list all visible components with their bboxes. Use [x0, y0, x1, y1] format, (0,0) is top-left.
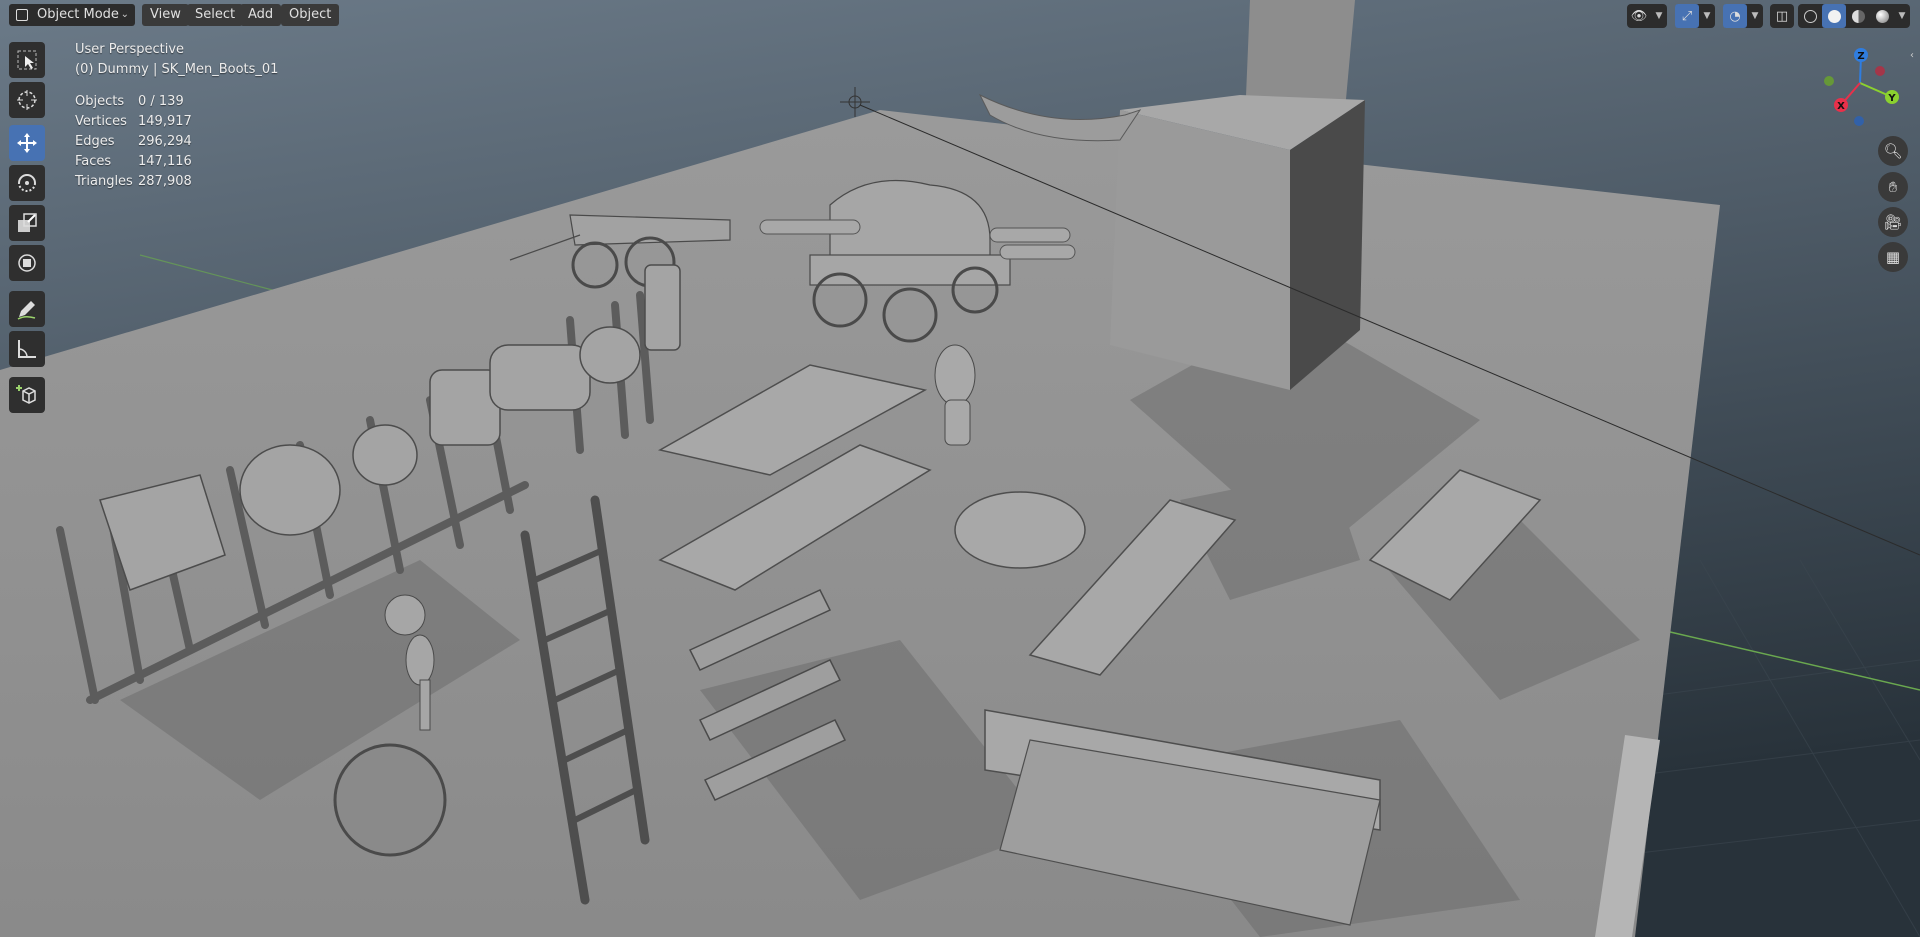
- stat-row: Objects 0 / 139: [75, 92, 278, 112]
- select-box-tool[interactable]: [9, 42, 45, 78]
- 3d-viewport[interactable]: [0, 0, 1920, 937]
- annotate-tool[interactable]: [9, 291, 45, 327]
- neg-x-axis-icon[interactable]: [1875, 66, 1885, 76]
- scale-tool[interactable]: [9, 205, 45, 241]
- stat-value: 147,116: [138, 154, 192, 169]
- menu-view[interactable]: View: [142, 4, 189, 26]
- mode-label: Object Mode: [37, 7, 119, 22]
- stat-row: Edges 296,294: [75, 132, 278, 152]
- xray-group: ◫: [1770, 4, 1794, 28]
- object-mode-icon: [16, 9, 28, 21]
- neg-z-axis-icon[interactable]: [1854, 116, 1864, 126]
- select-box-icon: [17, 50, 37, 70]
- rotate-icon: [18, 174, 36, 192]
- overlay-group: ◔ ▼: [1723, 4, 1763, 28]
- transform-tool[interactable]: [9, 245, 45, 281]
- y-axis-label: Y: [1887, 93, 1896, 104]
- pan-hand-icon: ✋︎: [1888, 178, 1898, 196]
- rendered-shading-icon[interactable]: [1870, 4, 1894, 28]
- visibility-group: 👁 ▼: [1627, 4, 1667, 28]
- camera-icon: 🎥︎: [1883, 213, 1903, 231]
- stat-value: 149,917: [138, 114, 192, 129]
- x-axis-label: X: [1837, 101, 1845, 112]
- z-axis-label: Z: [1857, 51, 1864, 62]
- move-icon: [17, 133, 37, 153]
- transform-icon: [18, 254, 36, 272]
- selectability-visibility-icon[interactable]: 👁: [1627, 4, 1651, 28]
- scale-icon: [18, 213, 37, 232]
- add-cube-icon: [16, 385, 36, 404]
- ortho-toggle-button[interactable]: ▦: [1878, 242, 1908, 272]
- measure-icon: [18, 340, 36, 358]
- stat-row: Vertices 149,917: [75, 112, 278, 132]
- stat-value: 0 / 139: [138, 94, 184, 109]
- stat-label: Faces: [75, 154, 112, 169]
- material-preview-icon[interactable]: [1846, 4, 1870, 28]
- show-overlays-icon[interactable]: ◔: [1723, 4, 1747, 28]
- zoom-button[interactable]: 🔍︎: [1878, 136, 1908, 166]
- stat-label: Triangles: [75, 174, 133, 189]
- mode-dropdown[interactable]: Object Mode ⌄: [9, 4, 135, 26]
- neg-y-axis-icon[interactable]: [1824, 76, 1834, 86]
- add-cube-tool[interactable]: [9, 377, 45, 413]
- shading-group: ▼: [1798, 4, 1910, 28]
- show-gizmo-icon[interactable]: ⤢: [1675, 4, 1699, 28]
- stat-row: Faces 147,116: [75, 152, 278, 172]
- ortho-grid-icon: ▦: [1885, 248, 1901, 266]
- annotate-icon: [17, 301, 36, 320]
- menu-object[interactable]: Object: [281, 4, 340, 26]
- chevron-down-icon[interactable]: ▼: [1894, 4, 1910, 28]
- chevron-down-icon: ⌄: [120, 9, 129, 20]
- viewport-stats-overlay: User Perspective (0) Dummy | SK_Men_Boot…: [75, 40, 278, 192]
- xray-toggle-icon[interactable]: ◫: [1770, 4, 1794, 28]
- stat-value: 287,908: [138, 174, 192, 189]
- wireframe-shading-icon[interactable]: [1798, 4, 1822, 28]
- cursor-tool[interactable]: [9, 82, 45, 118]
- stat-label: Edges: [75, 134, 115, 149]
- solid-shading-icon[interactable]: [1822, 4, 1846, 28]
- stat-label: Objects: [75, 94, 125, 109]
- menu-add[interactable]: Add: [240, 4, 282, 26]
- cursor-icon: [17, 90, 37, 110]
- chevron-down-icon[interactable]: ▼: [1699, 4, 1715, 28]
- view-name: User Perspective: [75, 42, 185, 57]
- stat-row: Triangles 287,908: [75, 172, 278, 192]
- zoom-icon: 🔍︎: [1883, 142, 1903, 160]
- navigation-gizmo[interactable]: Z Y X: [1815, 45, 1915, 135]
- camera-view-button[interactable]: 🎥︎: [1878, 207, 1908, 237]
- stat-value: 296,294: [138, 134, 192, 149]
- chevron-down-icon[interactable]: ▼: [1747, 4, 1763, 28]
- measure-tool[interactable]: [9, 331, 45, 367]
- sidebar-toggle-icon[interactable]: ‹: [1910, 50, 1914, 61]
- rotate-tool[interactable]: [9, 165, 45, 201]
- stat-label: Vertices: [75, 114, 127, 129]
- active-object-label: (0) Dummy | SK_Men_Boots_01: [75, 62, 279, 77]
- gizmo-group: ⤢ ▼: [1675, 4, 1715, 28]
- cart-wheel: [333, 743, 447, 857]
- chevron-down-icon[interactable]: ▼: [1651, 4, 1667, 28]
- move-tool[interactable]: [9, 125, 45, 161]
- pan-button[interactable]: ✋︎: [1878, 172, 1908, 202]
- menu-select[interactable]: Select: [187, 4, 244, 26]
